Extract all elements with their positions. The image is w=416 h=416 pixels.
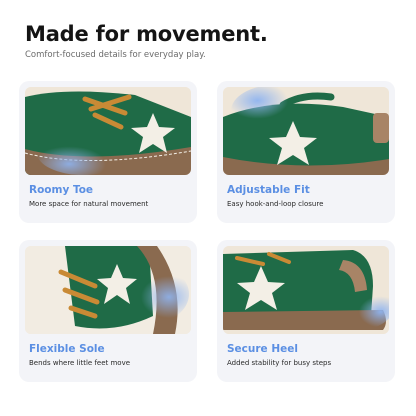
secure-heel-photo bbox=[223, 246, 389, 334]
feature-card-adjustable-fit: Adjustable Fit Easy hook-and-loop closur… bbox=[217, 81, 395, 223]
feature-description: Added stability for busy steps bbox=[227, 359, 332, 367]
feature-card-roomy-toe: Roomy Toe More space for natural movemen… bbox=[19, 81, 197, 223]
feature-card-flexible-sole: Flexible Sole Bends where little feet mo… bbox=[19, 240, 197, 382]
flexible-sole-photo bbox=[25, 246, 191, 334]
adjustable-fit-photo bbox=[223, 87, 389, 175]
page-title: Made for movement. bbox=[25, 22, 268, 46]
feature-description: Easy hook-and-loop closure bbox=[227, 200, 324, 208]
feature-title: Flexible Sole bbox=[29, 343, 105, 355]
page-subtitle: Comfort-focused details for everyday pla… bbox=[25, 50, 206, 60]
feature-card-secure-heel: Secure Heel Added stability for busy ste… bbox=[217, 240, 395, 382]
feature-title: Secure Heel bbox=[227, 343, 298, 355]
roomy-toe-photo bbox=[25, 87, 191, 175]
feature-description: More space for natural movement bbox=[29, 200, 149, 208]
feature-title: Adjustable Fit bbox=[227, 184, 310, 196]
feature-description: Bends where little feet move bbox=[29, 359, 131, 367]
feature-title: Roomy Toe bbox=[29, 184, 94, 196]
